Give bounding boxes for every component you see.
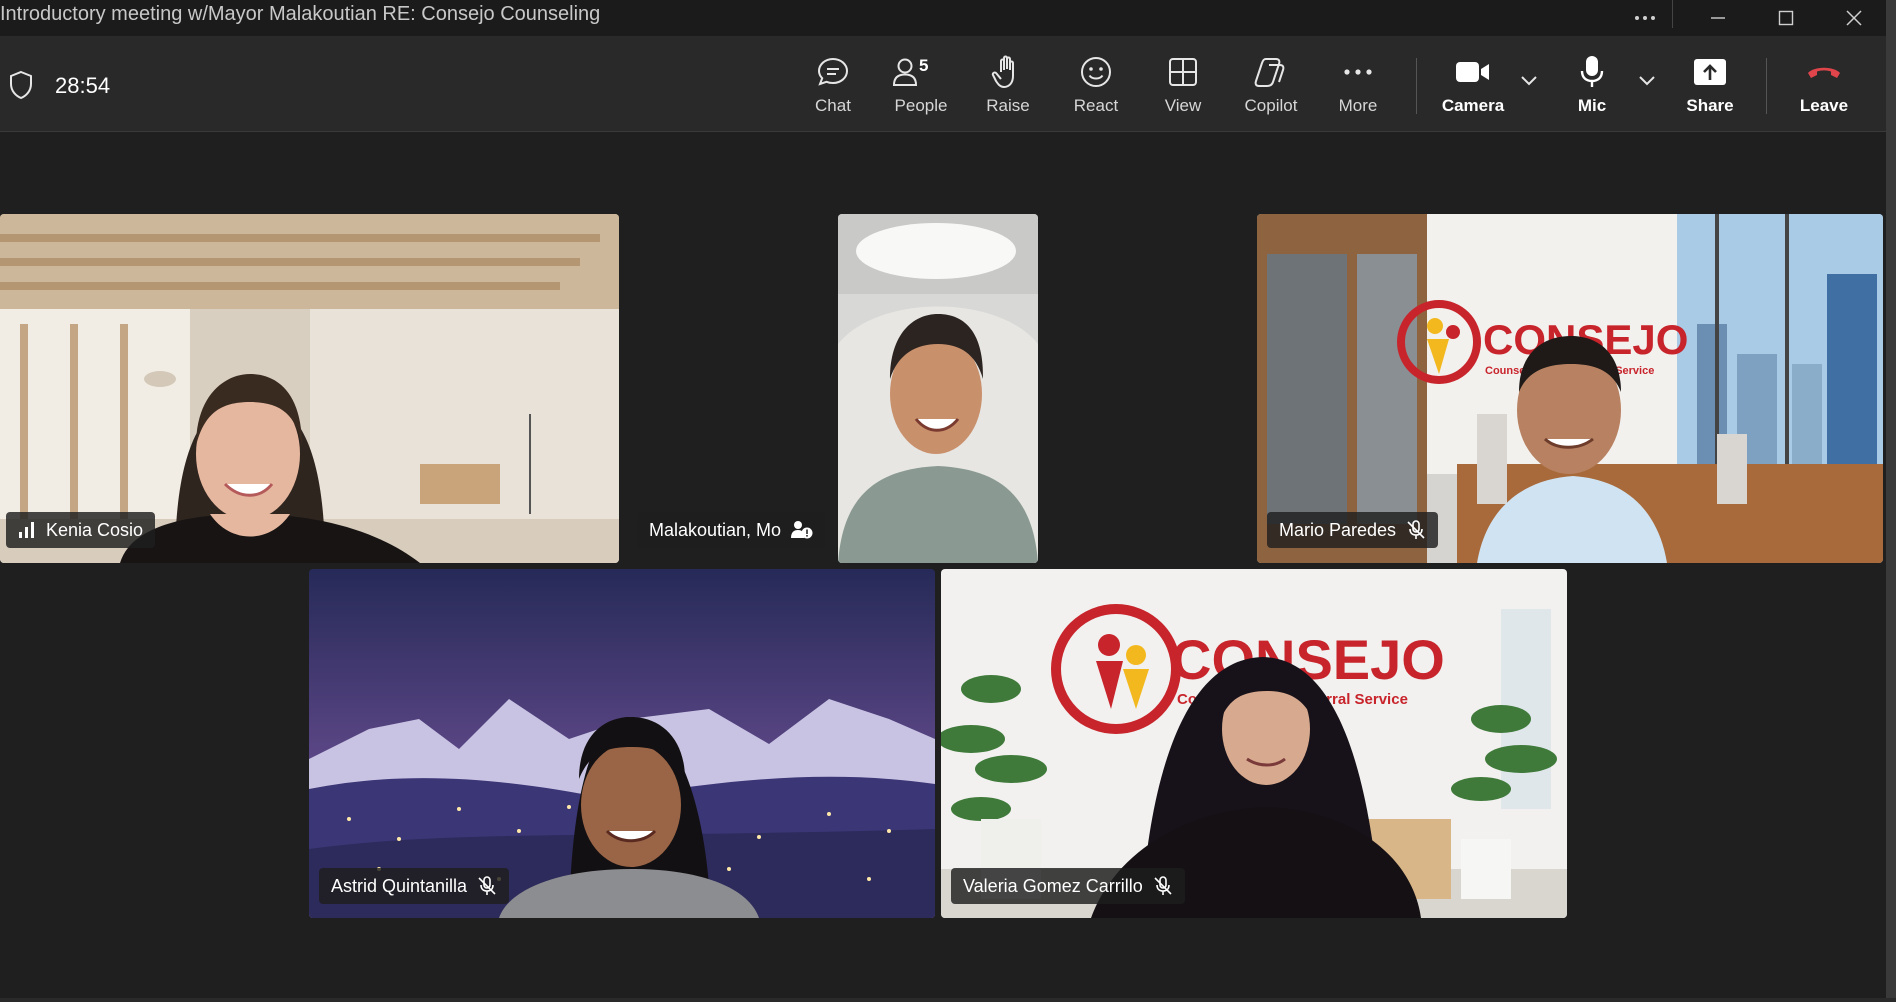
taskbar-edge — [0, 998, 1896, 1002]
people-button[interactable]: 5 People — [879, 52, 963, 122]
leave-button[interactable]: Leave — [1782, 52, 1866, 122]
react-label: React — [1073, 96, 1119, 115]
react-button[interactable]: React — [1054, 52, 1138, 122]
window-title: Introductory meeting w/Mayor Malakoutian… — [0, 3, 601, 25]
participant-tile-kenia[interactable]: Kenia Cosio — [0, 214, 619, 563]
mic-label: Mic — [1577, 96, 1607, 115]
share-screen-icon — [1694, 59, 1726, 85]
window-scrollbar[interactable] — [1886, 0, 1896, 1002]
mic-options-chevron-icon[interactable] — [1639, 76, 1655, 86]
video-feed-kenia — [0, 214, 619, 563]
signal-icon — [19, 522, 34, 538]
people-label: People — [894, 96, 948, 115]
participant-tile-astrid[interactable]: Astrid Quintanilla — [309, 569, 935, 918]
people-count: 5 — [919, 56, 929, 75]
video-feed-malakoutian — [838, 214, 1038, 563]
share-button[interactable]: Share — [1668, 52, 1752, 122]
participant-name-badge: Malakoutian, Mo — [637, 512, 826, 548]
more-label: More — [1338, 96, 1378, 115]
view-label: View — [1164, 96, 1202, 115]
copilot-label: Copilot — [1244, 96, 1298, 115]
unverified-user-icon — [791, 521, 813, 539]
view-button[interactable]: View — [1141, 52, 1225, 122]
participant-name: Mario Paredes — [1279, 519, 1397, 540]
participant-tile-mario[interactable]: CONSEJO Counseling and Referral Service … — [1257, 214, 1883, 563]
more-options-button[interactable] — [1615, 0, 1675, 36]
minimize-button[interactable] — [1688, 0, 1748, 36]
participant-name: Malakoutian, Mo — [649, 519, 782, 540]
minimize-icon — [1711, 17, 1725, 19]
participant-name: Astrid Quintanilla — [331, 875, 468, 896]
window-title-bar: Introductory meeting w/Mayor Malakoutian… — [0, 0, 1896, 36]
share-label: Share — [1686, 96, 1734, 115]
video-feed-astrid — [309, 569, 935, 918]
participant-name-badge: Valeria Gomez Carrillo — [951, 868, 1185, 904]
leave-label: Leave — [1799, 96, 1849, 115]
ellipsis-icon — [1635, 16, 1655, 20]
participant-name-badge: Kenia Cosio — [6, 512, 156, 548]
chat-icon — [817, 57, 849, 86]
mic-off-icon — [1407, 520, 1425, 539]
participant-tile-valeria[interactable]: CONSEJO Counseling and Referral Service … — [941, 569, 1567, 918]
participant-name: Kenia Cosio — [46, 519, 144, 540]
shield-icon — [10, 70, 32, 100]
video-stage: Kenia Cosio Malakoutian, Mo Counseling S… — [0, 133, 1886, 1000]
maximize-button[interactable] — [1756, 0, 1816, 36]
camera-label: Camera — [1441, 96, 1505, 115]
video-feed-valeria: CONSEJO Counseling and Referral Service — [941, 569, 1567, 918]
mic-icon — [1580, 56, 1604, 87]
copilot-button[interactable]: Copilot — [1229, 52, 1313, 122]
video-feed-mario: CONSEJO Counseling and Referral Service — [1257, 214, 1883, 563]
mic-off-icon — [1154, 876, 1172, 895]
ellipsis-icon — [1344, 69, 1372, 75]
participant-tile-malakoutian[interactable] — [838, 214, 1038, 563]
mic-off-icon — [478, 876, 496, 895]
copilot-icon — [1254, 58, 1285, 87]
more-button[interactable]: More — [1316, 52, 1400, 122]
raise-label: Raise — [986, 96, 1030, 115]
grid-view-icon — [1169, 58, 1197, 86]
close-icon — [1846, 10, 1862, 26]
hang-up-icon — [1808, 67, 1840, 78]
close-button[interactable] — [1824, 0, 1884, 36]
maximize-icon — [1778, 10, 1794, 26]
camera-options-chevron-icon[interactable] — [1521, 76, 1537, 86]
participant-name: Valeria Gomez Carrillo — [963, 875, 1143, 896]
meeting-toolbar: 28:54 Chat 5 People Raise React View Cop… — [0, 36, 1886, 132]
meeting-timer: 28:54 — [55, 73, 111, 98]
mic-button[interactable]: Mic — [1550, 52, 1634, 122]
camera-button[interactable]: Camera — [1431, 52, 1515, 122]
smiley-icon — [1081, 57, 1111, 87]
chat-button[interactable]: Chat — [791, 52, 875, 122]
participant-name-badge: Mario Paredes — [1267, 512, 1439, 548]
camera-icon — [1456, 62, 1489, 82]
title-separator — [1672, 0, 1673, 28]
raise-hand-icon — [991, 55, 1014, 88]
toolbar-separator-2 — [1766, 58, 1767, 114]
participant-name-badge: Astrid Quintanilla — [319, 868, 510, 904]
chat-label: Chat — [815, 96, 851, 115]
toolbar-separator — [1416, 58, 1417, 114]
raise-hand-button[interactable]: Raise — [966, 52, 1050, 122]
